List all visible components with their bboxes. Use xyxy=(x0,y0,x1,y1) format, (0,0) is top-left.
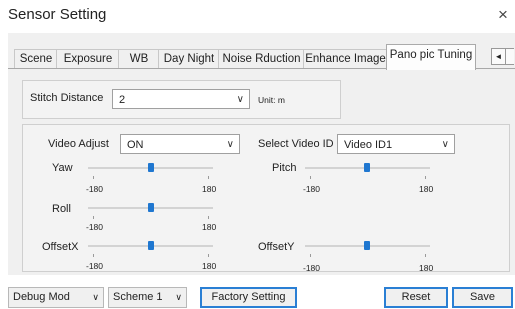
tab-enhance-image[interactable]: Enhance Image xyxy=(303,49,388,69)
video-adjust-value: ON xyxy=(127,139,144,151)
offsetx-min-label: -180 xyxy=(86,261,104,271)
pitch-tick-min xyxy=(310,176,311,179)
roll-tick-min xyxy=(93,216,94,219)
pitch-max-label: 180 xyxy=(419,184,434,194)
factory-setting-button[interactable]: Factory Setting xyxy=(200,287,297,308)
offsetx-max-label: 180 xyxy=(202,261,217,271)
tab-wb[interactable]: WB xyxy=(118,49,160,69)
offsetx-slider-thumb[interactable] xyxy=(148,241,154,250)
pitch-min-label: -180 xyxy=(303,184,321,194)
tab-next-icon[interactable] xyxy=(505,48,514,65)
roll-max-label: 180 xyxy=(202,222,217,232)
select-video-id-label: Select Video ID xyxy=(258,138,334,150)
offsety-tick-min xyxy=(310,254,311,257)
window-title: Sensor Setting xyxy=(8,6,107,23)
select-video-id-value: Video ID1 xyxy=(344,139,393,151)
offsety-slider-thumb[interactable] xyxy=(364,241,370,250)
tab-prev-icon[interactable]: ◄ xyxy=(491,48,506,65)
stitch-distance-label: Stitch Distance xyxy=(30,92,104,104)
offsety-min-label: -180 xyxy=(303,263,321,273)
tab-day-night[interactable]: Day Night xyxy=(158,49,220,69)
pitch-label: Pitch xyxy=(272,162,297,174)
select-video-id-select[interactable]: Video ID1 ∨ xyxy=(337,134,455,154)
offsety-max-label: 180 xyxy=(419,263,434,273)
yaw-min-label: -180 xyxy=(86,184,104,194)
roll-tick-max xyxy=(208,216,209,219)
offsetx-label: OffsetX xyxy=(42,241,79,253)
yaw-max-label: 180 xyxy=(202,184,217,194)
chevron-down-icon: ∨ xyxy=(92,292,99,302)
offsetx-tick-min xyxy=(93,254,94,257)
chevron-down-icon: ∨ xyxy=(175,292,182,302)
yaw-label: Yaw xyxy=(52,162,73,174)
offsetx-tick-max xyxy=(208,254,209,257)
video-adjust-label: Video Adjust xyxy=(48,138,109,150)
unit-label: Unit: m xyxy=(258,95,285,105)
video-adjust-select[interactable]: ON ∨ xyxy=(120,134,240,154)
reset-button[interactable]: Reset xyxy=(384,287,448,308)
pitch-tick-max xyxy=(425,176,426,179)
close-icon[interactable]: × xyxy=(498,5,508,25)
yaw-slider-thumb[interactable] xyxy=(148,163,154,172)
save-button[interactable]: Save xyxy=(452,287,513,308)
tab-scene[interactable]: Scene xyxy=(14,49,58,69)
offsety-tick-max xyxy=(425,254,426,257)
roll-label: Roll xyxy=(52,203,71,215)
yaw-tick-min xyxy=(93,176,94,179)
stitch-distance-value: 2 xyxy=(119,94,126,106)
chevron-down-icon: ∨ xyxy=(441,139,449,150)
chevron-down-icon: ∨ xyxy=(236,94,244,105)
offsety-label: OffsetY xyxy=(258,241,295,253)
tab-noise-reduction[interactable]: Noise Rduction xyxy=(218,49,305,69)
stitch-distance-select[interactable]: 2 ∨ xyxy=(112,89,250,109)
pitch-slider-thumb[interactable] xyxy=(364,163,370,172)
scheme-label: Scheme 1 xyxy=(113,291,163,303)
debug-mode-dropdown[interactable]: Debug Mod ∨ xyxy=(8,287,104,308)
tab-pano-pic-tuning[interactable]: Pano pic Tuning xyxy=(386,44,476,70)
roll-slider-thumb[interactable] xyxy=(148,203,154,212)
scheme-dropdown[interactable]: Scheme 1 ∨ xyxy=(108,287,187,308)
roll-min-label: -180 xyxy=(86,222,104,232)
debug-mode-label: Debug Mod xyxy=(13,291,70,303)
tab-exposure[interactable]: Exposure xyxy=(56,49,120,69)
chevron-down-icon: ∨ xyxy=(226,139,234,150)
yaw-tick-max xyxy=(208,176,209,179)
